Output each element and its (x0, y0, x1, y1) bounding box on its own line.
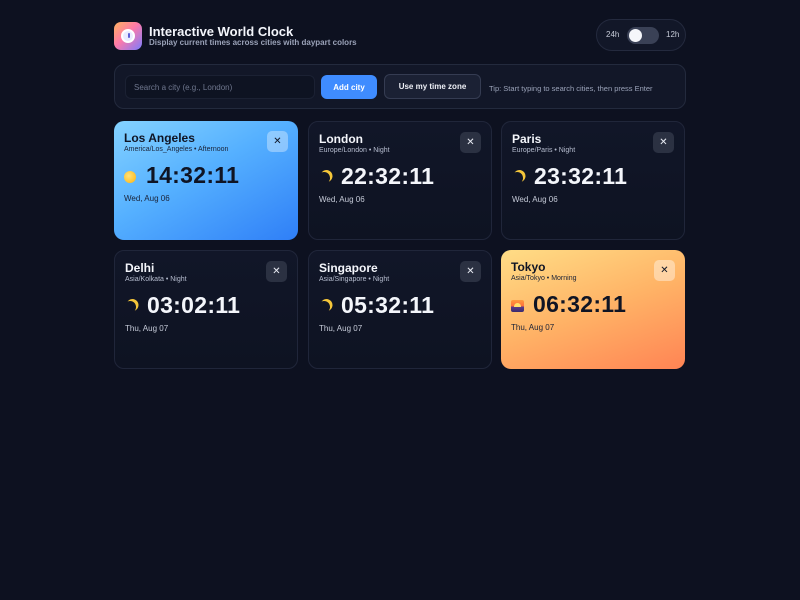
daypart-icon-box (319, 172, 333, 186)
switch-knob (629, 29, 642, 42)
page-title: Interactive World Clock (149, 24, 294, 39)
city-search-input[interactable] (125, 75, 315, 99)
city-time: 03:02:11 (147, 291, 241, 318)
format-switch[interactable] (627, 27, 659, 44)
city-timezone-daypart: Asia/Singapore • Night (319, 276, 390, 283)
close-icon: ✕ (466, 266, 475, 277)
format-12h-label: 12h (666, 30, 680, 39)
close-icon: ✕ (466, 137, 475, 148)
daypart-icon-box (124, 171, 138, 185)
city-date: Thu, Aug 07 (125, 324, 169, 333)
city-date: Thu, Aug 07 (511, 323, 555, 332)
city-card-paris: Paris Europe/Paris • Night ✕ 23:32:11 We… (501, 121, 685, 240)
moon-icon (316, 299, 331, 314)
remove-city-button[interactable]: ✕ (266, 261, 287, 282)
city-date: Wed, Aug 06 (124, 194, 170, 203)
city-name: Delhi (125, 261, 155, 275)
city-timezone-daypart: Europe/London • Night (319, 147, 390, 154)
add-city-button[interactable]: Add city (321, 75, 377, 99)
city-time: 05:32:11 (341, 291, 435, 318)
search-bar: Add city Use my time zone Tip: Start typ… (114, 64, 686, 109)
remove-city-button[interactable]: ✕ (654, 260, 675, 281)
city-name: London (319, 132, 363, 146)
format-toggle: 24h 12h (596, 19, 686, 51)
city-card-delhi: Delhi Asia/Kolkata • Night ✕ 03:02:11 Th… (114, 250, 298, 369)
moon-icon (316, 170, 331, 185)
time-row: 05:32:11 (319, 291, 434, 319)
time-row: 22:32:11 (319, 162, 434, 190)
search-tip: Tip: Start typing to search cities, then… (489, 84, 653, 93)
use-my-timezone-button[interactable]: Use my time zone (384, 74, 481, 99)
remove-city-button[interactable]: ✕ (460, 261, 481, 282)
moon-icon (122, 299, 137, 314)
city-time: 14:32:11 (146, 161, 240, 188)
city-card-london: London Europe/London • Night ✕ 22:32:11 … (308, 121, 492, 240)
city-date: Thu, Aug 07 (319, 324, 363, 333)
time-row: 14:32:11 (124, 161, 239, 189)
time-row: 03:02:11 (125, 291, 240, 319)
city-card-los-angeles: Los Angeles America/Los_Angeles • Aftern… (114, 121, 298, 240)
daypart-icon-box (512, 172, 526, 186)
city-time: 06:32:11 (533, 290, 627, 317)
city-name: Paris (512, 132, 542, 146)
city-time: 22:32:11 (341, 162, 435, 189)
city-timezone-daypart: America/Los_Angeles • Afternoon (124, 146, 229, 153)
time-row: 23:32:11 (512, 162, 627, 190)
city-timezone-daypart: Asia/Kolkata • Night (125, 276, 187, 283)
city-date: Wed, Aug 06 (512, 195, 558, 204)
moon-icon (509, 170, 524, 185)
city-name: Singapore (319, 261, 378, 275)
daypart-icon-box (319, 301, 333, 315)
city-card-singapore: Singapore Asia/Singapore • Night ✕ 05:32… (308, 250, 492, 369)
city-name: Los Angeles (124, 131, 195, 145)
time-row: 06:32:11 (511, 290, 626, 318)
close-icon: ✕ (659, 137, 668, 148)
remove-city-button[interactable]: ✕ (460, 132, 481, 153)
clock-logo-icon (114, 22, 142, 50)
sun-icon (124, 171, 136, 183)
daypart-icon-box (511, 300, 525, 314)
city-timezone-daypart: Europe/Paris • Night (512, 147, 576, 154)
page-subtitle: Display current times across cities with… (149, 38, 357, 47)
city-name: Tokyo (511, 260, 546, 274)
close-icon: ✕ (272, 266, 281, 277)
close-icon: ✕ (660, 265, 669, 276)
sunrise-icon (511, 300, 524, 312)
format-24h-label: 24h (606, 30, 620, 39)
city-time: 23:32:11 (534, 162, 628, 189)
city-timezone-daypart: Asia/Tokyo • Morning (511, 275, 577, 282)
remove-city-button[interactable]: ✕ (653, 132, 674, 153)
close-icon: ✕ (273, 136, 282, 147)
city-date: Wed, Aug 06 (319, 195, 365, 204)
city-card-tokyo: Tokyo Asia/Tokyo • Morning ✕ 06:32:11 Th… (501, 250, 685, 369)
header: Interactive World Clock Display current … (114, 19, 686, 52)
daypart-icon-box (125, 301, 139, 315)
world-clock-app: Interactive World Clock Display current … (0, 0, 800, 600)
remove-city-button[interactable]: ✕ (267, 131, 288, 152)
